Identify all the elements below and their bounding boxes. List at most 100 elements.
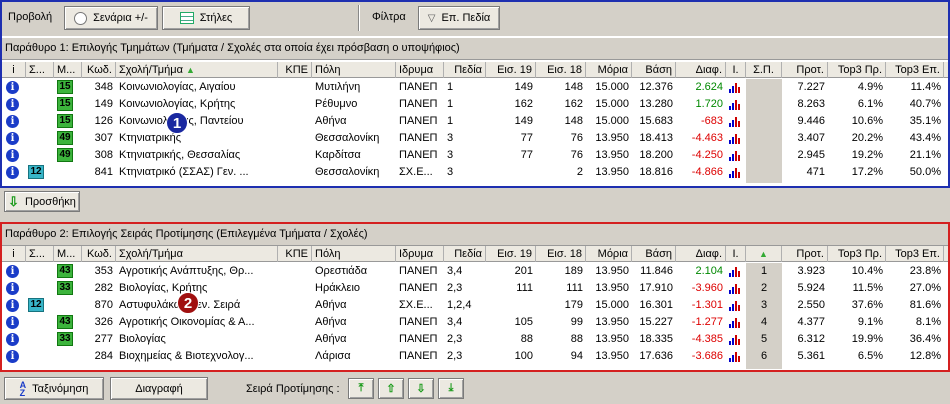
col-kpe[interactable]: ΚΠΕ — [278, 246, 312, 262]
col-city[interactable]: Πόλη — [312, 246, 396, 262]
col-top3p[interactable]: Top3 Πρ. — [828, 62, 886, 78]
fields-cell: 3,4 — [447, 316, 463, 328]
info-icon[interactable]: i — [6, 350, 19, 363]
base-cell: 18.413 — [639, 132, 673, 144]
info-icon[interactable]: i — [6, 115, 19, 128]
info-icon[interactable]: i — [6, 166, 19, 179]
col-i[interactable]: Ι. — [726, 62, 746, 78]
table-row[interactable]: i 12 870 Αστυφυλάκων Γεν. Σειρά Αθήνα ΣΧ.Ε...… — [2, 297, 948, 314]
table-row[interactable]: i 284 Βιοχημείας & Βιοτεχνολογ... Λάρισα ΠΑΝ… — [2, 348, 948, 365]
table-row[interactable]: i 43 326 Αγροτικής Οικονομίας & Α... Αθήνα ΠΑ… — [2, 314, 948, 331]
col-e18[interactable]: Εισ. 18 — [536, 246, 586, 262]
top3p-cell: 19.2% — [851, 149, 883, 161]
col-diff[interactable]: Διαφ. — [676, 246, 726, 262]
bar-chart-icon[interactable] — [729, 334, 741, 345]
bar-chart-icon[interactable] — [729, 351, 741, 362]
move-top-button[interactable]: ⤒ — [348, 378, 374, 399]
col-code[interactable]: Κωδ. — [82, 246, 116, 262]
move-up-button[interactable]: ⇧ — [378, 378, 404, 399]
top3p-cell: 37.6% — [851, 299, 883, 311]
col-e18[interactable]: Εισ. 18 — [536, 62, 586, 78]
table-row[interactable]: i 15 126 Κοινωνιολογίας, Παντείου Αθήνα ΠΑΝΕΠ… — [2, 113, 948, 130]
group-badge: 12 — [28, 298, 44, 312]
move-bottom-button[interactable]: ⤓ — [438, 378, 464, 399]
code-cell: 126 — [94, 115, 113, 127]
delete-button[interactable]: Διαγραφή — [110, 377, 208, 400]
top3e-cell: 23.8% — [909, 265, 941, 277]
bar-chart-icon[interactable] — [729, 150, 741, 161]
table-row[interactable]: i 49 307 Κτηνιατρικής Θεσσαλονίκη ΠΑΝΕΠ 3 77 76 1… — [2, 130, 948, 147]
scenarios-button[interactable]: Σενάρια +/- — [64, 6, 158, 30]
info-icon[interactable]: i — [6, 333, 19, 346]
col-kpe[interactable]: ΚΠΕ — [278, 62, 312, 78]
add-button[interactable]: ⇩ Προσθήκη — [4, 191, 80, 212]
bar-chart-icon[interactable] — [729, 317, 741, 328]
col-points[interactable]: Μόρια — [586, 246, 632, 262]
info-icon[interactable]: i — [6, 316, 19, 329]
fields-filter-button[interactable]: ▽ Επ. Πεδία — [418, 6, 500, 30]
bar-chart-icon[interactable] — [729, 283, 741, 294]
col-prot[interactable]: Προτ. — [782, 246, 828, 262]
window2-header: i Σ... Μ... Κωδ. Σχολή/Τμήμα ΚΠΕ Πόλη Ιδ… — [2, 246, 948, 262]
col-dept[interactable]: Σχολή/Τμήμα — [116, 246, 278, 262]
table-row[interactable]: i 33 282 Βιολογίας, Κρήτης Ηράκλειο ΠΑΝΕΠ 2,3 1… — [2, 280, 948, 297]
info-icon[interactable]: i — [6, 132, 19, 145]
move-top-icon: ⤒ — [358, 382, 364, 394]
col-e19[interactable]: Εισ. 19 — [486, 246, 536, 262]
bar-chart-icon[interactable] — [729, 167, 741, 178]
info-icon[interactable]: i — [6, 81, 19, 94]
col-fields[interactable]: Πεδία — [444, 62, 486, 78]
bar-chart-icon[interactable] — [729, 266, 741, 277]
col-e19[interactable]: Εισ. 19 — [486, 62, 536, 78]
col-m[interactable]: Μ... — [54, 246, 82, 262]
info-icon[interactable]: i — [6, 282, 19, 295]
table-row[interactable]: i 43 353 Αγροτικής Ανάπτυξης, Θρ... Ορεστιάδ… — [2, 263, 948, 280]
col-s[interactable]: Σ... — [26, 246, 54, 262]
top3p-cell: 6.5% — [857, 350, 883, 362]
col-prot[interactable]: Προτ. — [782, 62, 828, 78]
inst-cell: ΣΧ.Ε... — [399, 166, 433, 178]
points-cell: 15.000 — [595, 98, 629, 110]
col-sp[interactable]: Σ.Π. — [746, 62, 782, 78]
info-icon[interactable]: i — [6, 265, 19, 278]
bar-chart-icon[interactable] — [729, 300, 741, 311]
col-m[interactable]: Μ... — [54, 62, 82, 78]
col-top3e[interactable]: Top3 Επ. — [886, 246, 944, 262]
col-base[interactable]: Βάση — [632, 62, 676, 78]
table-row[interactable]: i 15 149 Κοινωνιολογίας, Κρήτης Ρέθυμνο ΠΑΝΕΠ… — [2, 96, 948, 113]
sort-button[interactable]: AZ Ταξινόμηση — [4, 377, 104, 400]
columns-button[interactable]: Στήλες — [162, 6, 250, 30]
info-icon[interactable]: i — [6, 299, 19, 312]
col-fields[interactable]: Πεδία — [444, 246, 486, 262]
col-points[interactable]: Μόρια — [586, 62, 632, 78]
col-inst[interactable]: Ιδρυμα — [396, 246, 444, 262]
info-icon[interactable]: i — [6, 149, 19, 162]
inst-cell: ΣΧ.Ε... — [399, 299, 433, 311]
col-top3e[interactable]: Top3 Επ. — [886, 62, 944, 78]
table-row[interactable]: i 12 841 Κτηνιατρικό (ΣΣΑΣ) Γεν. ... Θεσσαλο… — [2, 164, 948, 181]
bar-chart-icon[interactable] — [729, 116, 741, 127]
col-info[interactable]: i — [2, 246, 26, 262]
col-s[interactable]: Σ... — [26, 62, 54, 78]
bar-chart-icon[interactable] — [729, 133, 741, 144]
col-dept[interactable]: Σχολή/Τμήμα ▲ — [116, 62, 278, 78]
col-sp-sorted[interactable]: ▲ — [746, 246, 782, 262]
table-row[interactable]: i 33 277 Βιολογίας Αθήνα ΠΑΝΕΠ 2,3 88 88 13.950 18… — [2, 331, 948, 348]
col-top3p[interactable]: Top3 Πρ. — [828, 246, 886, 262]
base-cell: 17.910 — [639, 282, 673, 294]
col-base[interactable]: Βάση — [632, 246, 676, 262]
table-row[interactable]: i 15 348 Κοινωνιολογίας, Αιγαίου Μυτιλήνη ΠΑΝ… — [2, 79, 948, 96]
move-down-button[interactable]: ⇩ — [408, 378, 434, 399]
col-diff[interactable]: Διαφ. — [676, 62, 726, 78]
diff-cell: -3.960 — [691, 282, 723, 294]
col-city[interactable]: Πόλη — [312, 62, 396, 78]
bar-chart-icon[interactable] — [729, 99, 741, 110]
bar-chart-icon[interactable] — [729, 82, 741, 93]
col-info[interactable]: i — [2, 62, 26, 78]
col-code[interactable]: Κωδ. — [82, 62, 116, 78]
top3p-cell: 6.1% — [857, 98, 883, 110]
col-inst[interactable]: Ιδρυμα — [396, 62, 444, 78]
info-icon[interactable]: i — [6, 98, 19, 111]
col-i[interactable]: Ι. — [726, 246, 746, 262]
table-row[interactable]: i 49 308 Κτηνιατρικής, Θεσσαλίας Καρδίτσα ΠΑΝ… — [2, 147, 948, 164]
